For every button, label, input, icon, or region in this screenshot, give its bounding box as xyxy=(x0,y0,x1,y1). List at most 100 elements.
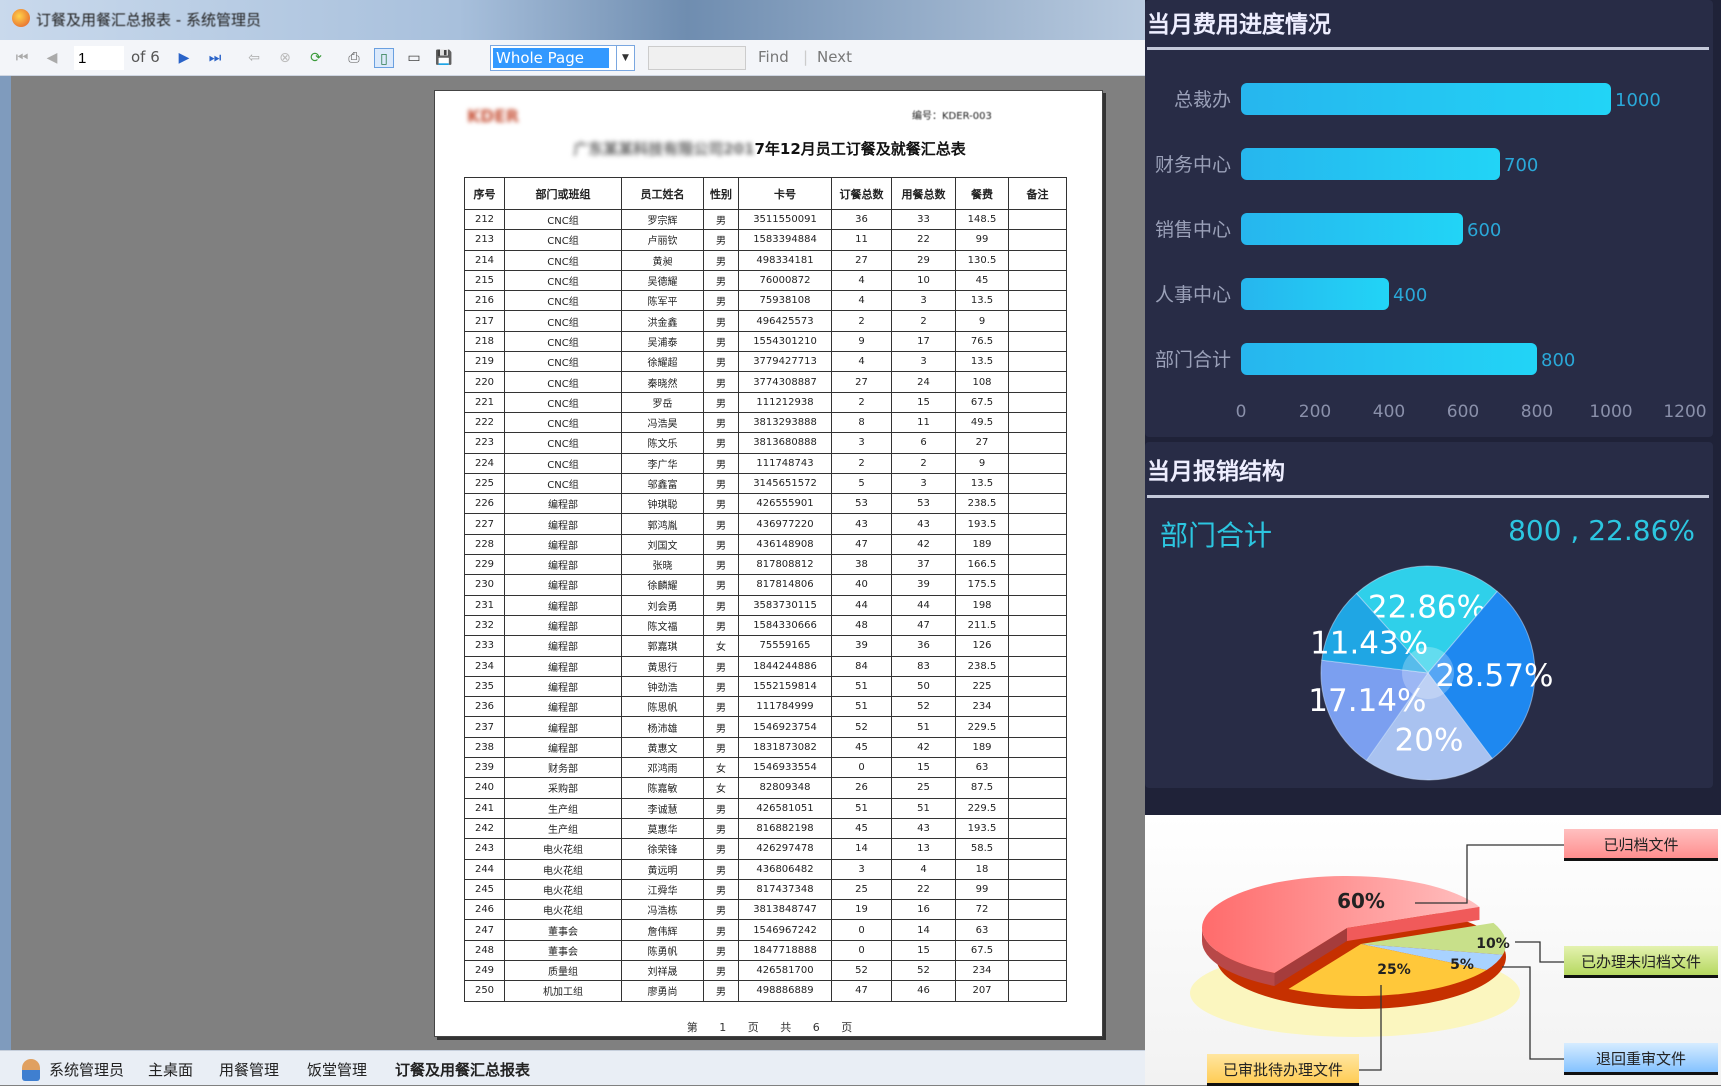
table-cell: 817437348 xyxy=(738,878,832,901)
table-cell: 男 xyxy=(703,371,739,393)
table-cell: 229 xyxy=(464,554,505,576)
table-cell: 245 xyxy=(464,878,505,901)
last-page-icon[interactable]: ⏭ xyxy=(205,48,225,68)
table-cell: 217 xyxy=(464,310,505,332)
x-tick-label: 1000 xyxy=(1589,402,1632,422)
table-cell: 男 xyxy=(703,939,739,961)
table-cell: CNC组 xyxy=(504,472,622,495)
page-setup-icon[interactable]: ▭ xyxy=(404,48,424,68)
table-row: 241 生产组 李诚慧男 426581051 51 51 229.5 xyxy=(464,797,1067,819)
pie-slice-label: 5% xyxy=(1450,957,1474,973)
table-cell: 编程部 xyxy=(504,736,622,759)
column-header: 订餐总数 xyxy=(831,177,892,210)
first-page-icon[interactable]: ⏮ xyxy=(12,48,32,68)
zoom-select[interactable]: Whole Page ▼ xyxy=(490,45,635,71)
table-cell: 223 xyxy=(464,432,505,454)
table-cell: 27 xyxy=(831,371,892,393)
table-cell: 130.5 xyxy=(955,249,1009,271)
table-cell: 22 xyxy=(891,878,956,901)
table-cell: 2 xyxy=(891,310,956,332)
table-cell: 1844244886 xyxy=(738,655,832,677)
table-cell: 24 xyxy=(891,371,956,393)
export-icon[interactable]: 💾 xyxy=(434,48,454,68)
status-user[interactable]: 系统管理员 xyxy=(49,1059,124,1080)
table-cell: 18 xyxy=(955,858,1009,880)
table-cell: 1546933554 xyxy=(738,757,832,779)
find-input[interactable] xyxy=(648,46,746,70)
find-button[interactable]: Find xyxy=(758,48,789,66)
table-cell: 36 xyxy=(891,635,956,657)
table-cell: 刘祥晟 xyxy=(621,959,704,982)
table-cell: 1831873082 xyxy=(738,736,832,759)
table-cell: 53 xyxy=(891,493,956,515)
table-cell: 238 xyxy=(464,736,505,759)
column-header: 卡号 xyxy=(738,177,832,210)
table-cell: 235 xyxy=(464,675,505,698)
table-cell: 193.5 xyxy=(955,513,1009,535)
table-cell: 冯浩栋 xyxy=(621,899,704,921)
table-cell: 杨沛雄 xyxy=(621,716,704,738)
table-cell: 13.5 xyxy=(955,472,1009,495)
table-cell xyxy=(1008,574,1067,596)
print-layout-icon[interactable]: ▯ xyxy=(374,48,394,68)
table-cell: 436148908 xyxy=(738,533,832,556)
table-cell: 193.5 xyxy=(955,817,1009,840)
refresh-icon[interactable]: ⟳ xyxy=(306,48,326,68)
table-cell: CNC组 xyxy=(504,391,622,413)
table-cell xyxy=(1008,411,1067,434)
user-icon xyxy=(22,1059,40,1081)
column-header: 部门或班组 xyxy=(504,177,622,210)
table-row: 230 编程部 徐麟耀男 817814806 40 39 175.5 xyxy=(464,574,1067,596)
table-cell: 14 xyxy=(891,919,956,941)
table-cell: 男 xyxy=(703,675,739,698)
table-cell: 3511550091 xyxy=(738,208,832,231)
table-row: 222 CNC组 冯浩昊男 3813293888 8 11 49.5 xyxy=(464,411,1067,434)
table-cell: 男 xyxy=(703,696,739,718)
table-cell: 财务部 xyxy=(504,757,622,779)
next-button[interactable]: Next xyxy=(817,48,852,66)
pie-slice-label: 10% xyxy=(1476,936,1510,952)
table-cell: 426297478 xyxy=(738,838,832,860)
print-icon[interactable]: ⎙ xyxy=(344,48,364,68)
table-cell: 3779427713 xyxy=(738,351,832,373)
x-tick-label: 1200 xyxy=(1663,402,1706,422)
next-page-icon[interactable]: ▶ xyxy=(174,48,194,68)
table-cell: CNC组 xyxy=(504,229,622,251)
company-logo: KDER xyxy=(467,107,519,127)
table-cell: 编程部 xyxy=(504,594,622,616)
table-cell: 机加工组 xyxy=(504,980,622,1002)
table-row: 245 电火花组 江舜华男 817437348 25 22 99 xyxy=(464,878,1067,901)
table-cell: 76.5 xyxy=(955,330,1009,353)
status-meal-mgmt[interactable]: 用餐管理 xyxy=(219,1059,279,1080)
table-row: 219 CNC组 徐耀超男 3779427713 4 3 13.5 xyxy=(464,351,1067,373)
status-home[interactable]: 主桌面 xyxy=(148,1059,193,1080)
table-cell: 44 xyxy=(891,594,956,616)
back-icon[interactable]: ⇦ xyxy=(244,48,264,68)
table-cell: 董事会 xyxy=(504,939,622,961)
table-cell: 4 xyxy=(831,290,892,312)
table-cell: 男 xyxy=(703,878,739,901)
table-cell: 莫惠华 xyxy=(621,817,704,840)
prev-page-icon[interactable]: ◀ xyxy=(42,48,62,68)
table-cell: 徐耀超 xyxy=(621,351,704,373)
table-row: 227 编程部 郭鸿胤男 436977220 43 43 193.5 xyxy=(464,513,1067,535)
table-row: 233 编程部 郭嘉琪女 75559165 39 36 126 xyxy=(464,635,1067,657)
table-row: 223 CNC组 陈文乐男 3813680888 3 6 27 xyxy=(464,432,1067,454)
status-report-tab[interactable]: 订餐及用餐汇总报表 xyxy=(395,1059,530,1080)
table-cell: 238.5 xyxy=(955,655,1009,677)
chevron-down-icon[interactable]: ▼ xyxy=(616,46,634,70)
table-cell: 111212938 xyxy=(738,391,832,413)
table-cell: 0 xyxy=(831,919,892,941)
table-cell: 男 xyxy=(703,838,739,860)
table-cell: 240 xyxy=(464,777,505,799)
table-cell: 编程部 xyxy=(504,554,622,576)
table-cell: 45 xyxy=(831,817,892,840)
table-cell: 5 xyxy=(831,472,892,495)
stop-icon[interactable]: ⊗ xyxy=(275,48,295,68)
table-cell: 男 xyxy=(703,249,739,271)
toolbar-divider: | xyxy=(803,48,809,66)
status-canteen-mgmt[interactable]: 饭堂管理 xyxy=(307,1059,367,1080)
table-cell: 234 xyxy=(464,655,505,677)
page-number-input[interactable] xyxy=(74,46,124,70)
bar-value-label: 600 xyxy=(1467,220,1501,241)
